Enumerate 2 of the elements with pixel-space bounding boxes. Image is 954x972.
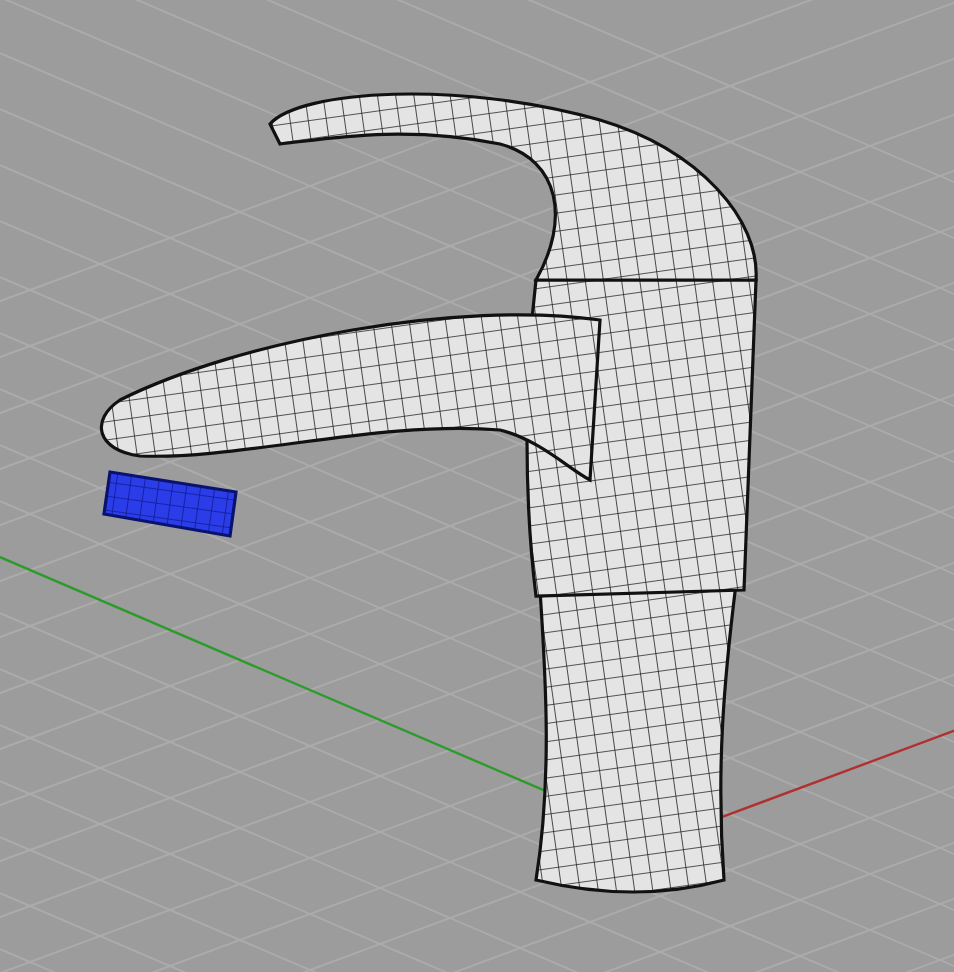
aerator-drawing[interactable] [102,470,238,538]
faucet-drawing[interactable] [99,92,758,894]
